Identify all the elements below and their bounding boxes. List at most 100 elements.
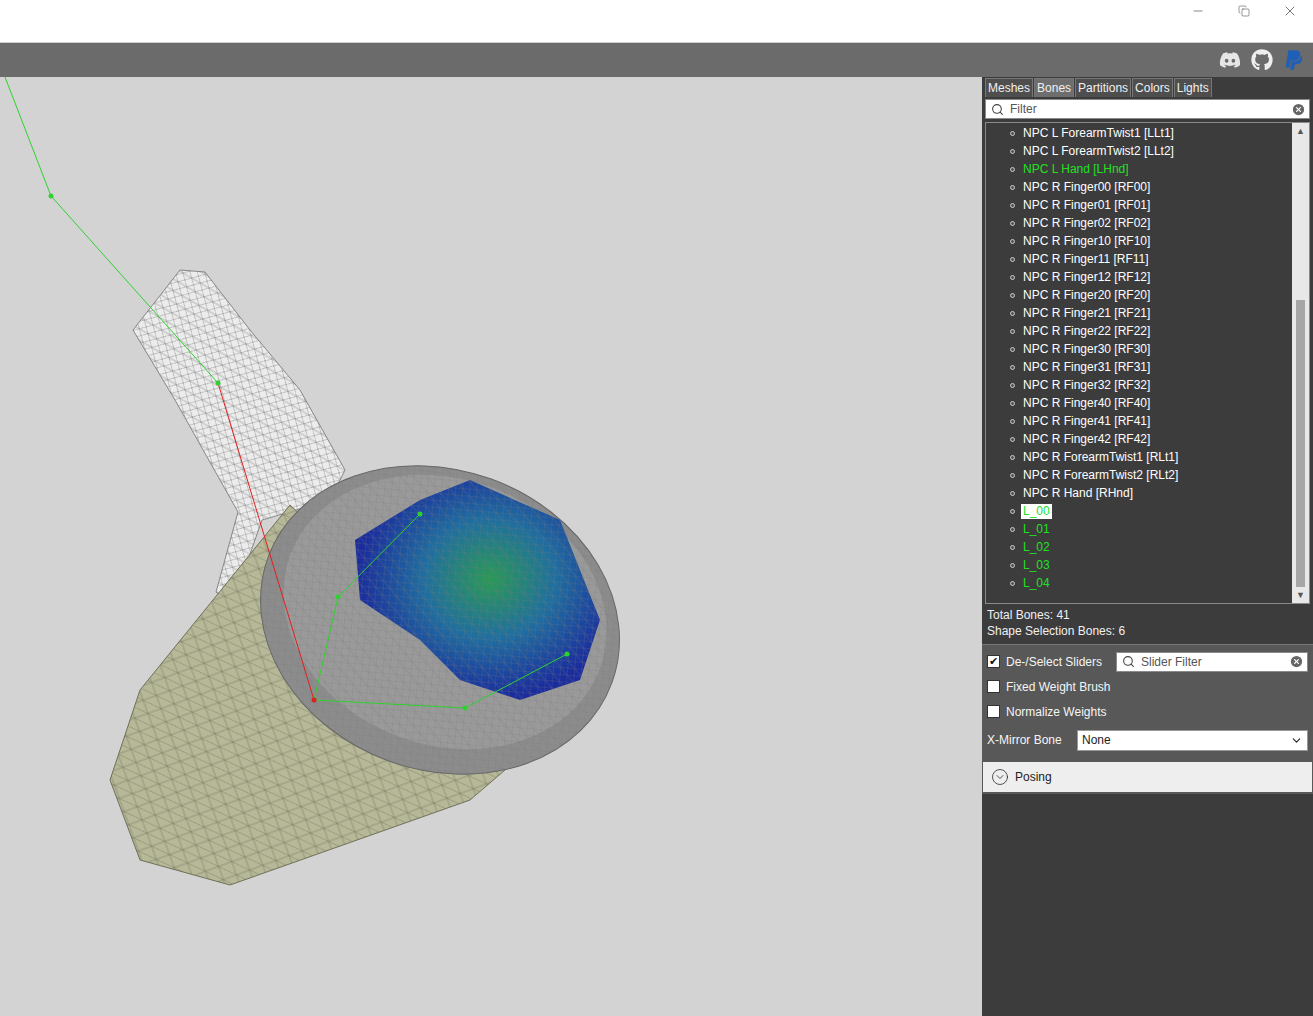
bullet-icon [1010,473,1015,478]
bullet-icon [1010,275,1015,280]
bone-row[interactable]: NPC R Finger31 [RF31] [1010,358,1292,376]
bullet-icon [1010,545,1015,550]
bullet-icon [1010,149,1015,154]
bullet-icon [1010,365,1015,370]
search-icon [1122,655,1135,668]
scroll-thumb[interactable] [1296,300,1305,587]
toolbar [0,43,1313,77]
bone-row[interactable]: L_04 [1010,574,1292,592]
bullet-icon [1010,581,1015,586]
bullet-icon [1010,437,1015,442]
bone-row[interactable]: NPC R Finger40 [RF40] [1010,394,1292,412]
bullet-icon [1010,527,1015,532]
bullet-icon [1010,383,1015,388]
option-row: Normalize Weights [987,699,1308,724]
bone-row[interactable]: NPC R Finger00 [RF00] [1010,178,1292,196]
minimize-button[interactable] [1175,0,1221,22]
bullet-icon [1010,257,1015,262]
slider-filter[interactable]: Slider Filter [1116,652,1308,672]
bone-row[interactable]: NPC R Finger30 [RF30] [1010,340,1292,358]
viewport[interactable] [0,77,982,1016]
tab[interactable]: Lights [1174,78,1212,97]
bone-row[interactable]: NPC R Finger12 [RF12] [1010,268,1292,286]
bone-summary: Total Bones: 41Shape Selection Bones: 6 [985,604,1310,642]
scrollbar[interactable]: ▲▼ [1292,123,1309,603]
bullet-icon [1010,563,1015,568]
bone-row[interactable]: NPC R Finger21 [RF21] [1010,304,1292,322]
bone-row[interactable]: NPC R Finger11 [RF11] [1010,250,1292,268]
checkbox[interactable]: ✔ [987,655,1000,668]
bullet-icon [1010,509,1015,514]
dropdown-icon [1290,734,1303,747]
clear-icon[interactable] [1289,654,1304,669]
bullet-icon [1010,293,1015,298]
bone-row[interactable]: NPC R Finger20 [RF20] [1010,286,1292,304]
bone-row[interactable]: NPC R Finger22 [RF22] [1010,322,1292,340]
bullet-icon [1010,329,1015,334]
bullet-icon [1010,131,1015,136]
bullet-icon [1010,491,1015,496]
bone-row[interactable]: L_03 [1010,556,1292,574]
expand-icon [991,768,1009,786]
bone-row[interactable]: NPC R Finger01 [RF01] [1010,196,1292,214]
option-row: ✔De-/Select SlidersSlider Filter [987,649,1308,674]
viewport-scene[interactable] [0,77,982,1016]
bone-row[interactable]: NPC R ForearmTwist2 [RLt2] [1010,466,1292,484]
discord-icon [1219,49,1241,71]
bone-row[interactable]: NPC R Hand [RHnd] [1010,484,1292,502]
github-link[interactable] [1250,49,1273,72]
tab[interactable]: Meshes [985,78,1033,97]
bullet-icon [1010,455,1015,460]
bullet-icon [1010,239,1015,244]
bone-row[interactable]: L_00 [1010,502,1292,520]
paypal-icon [1283,49,1305,71]
bone-row[interactable]: NPC L ForearmTwist1 [LLt1] [1010,124,1292,142]
bullet-icon [1010,185,1015,190]
bone-list: NPC L ForearmTwist1 [LLt1]NPC L ForearmT… [985,122,1310,604]
bone-row[interactable]: NPC L Hand [LHnd] [1010,160,1292,178]
option-row: Fixed Weight Brush [987,674,1308,699]
main-area: MeshesBonesPartitionsColorsLights Filter N… [0,77,1313,1016]
paypal-link[interactable] [1282,49,1305,72]
tab-bar: MeshesBonesPartitionsColorsLights [985,78,1310,97]
bullet-icon [1010,311,1015,316]
bullet-icon [1010,221,1015,226]
close-button[interactable] [1267,0,1313,22]
title-bar [0,0,1313,43]
tab[interactable]: Bones [1034,78,1074,97]
close-icon [1282,3,1298,19]
clear-icon[interactable] [1291,102,1306,117]
tab[interactable]: Partitions [1075,78,1131,97]
bone-skeleton [5,77,570,711]
restore-button[interactable] [1221,0,1267,22]
bone-row[interactable]: NPC R Finger41 [RF41] [1010,412,1292,430]
bullet-icon [1010,401,1015,406]
bone-row[interactable]: NPC R Finger10 [RF10] [1010,232,1292,250]
bone-row[interactable]: L_01 [1010,520,1292,538]
scroll-down-icon[interactable]: ▼ [1292,587,1309,603]
bone-row[interactable]: NPC R Finger42 [RF42] [1010,430,1292,448]
tab[interactable]: Colors [1132,78,1173,97]
bullet-icon [1010,203,1015,208]
bullet-icon [1010,167,1015,172]
bone-row[interactable]: L_02 [1010,538,1292,556]
bone-row[interactable]: NPC R Finger02 [RF02] [1010,214,1292,232]
checkbox[interactable] [987,705,1000,718]
github-icon [1251,49,1273,71]
bone-row[interactable]: NPC L ForearmTwist2 [LLt2] [1010,142,1292,160]
cylinder-mesh [110,416,663,885]
minimize-icon [1191,4,1205,18]
options-panel: ✔De-/Select SlidersSlider FilterFixed We… [982,644,1313,794]
search-icon [991,103,1004,116]
x-mirror-select[interactable]: None [1077,730,1308,751]
bone-row[interactable]: NPC R ForearmTwist1 [RLt1] [1010,448,1292,466]
checkbox[interactable] [987,680,1000,693]
discord-link[interactable] [1218,49,1241,72]
x-mirror-row: X-Mirror BoneNone [987,724,1308,756]
scroll-up-icon[interactable]: ▲ [1292,123,1309,139]
bone-filter[interactable]: Filter [985,99,1310,119]
side-panel: MeshesBonesPartitionsColorsLights Filter N… [982,77,1313,1016]
app-window: MeshesBonesPartitionsColorsLights Filter N… [0,0,1313,1016]
bone-row[interactable]: NPC R Finger32 [RF32] [1010,376,1292,394]
posing-header[interactable]: Posing [983,762,1312,792]
